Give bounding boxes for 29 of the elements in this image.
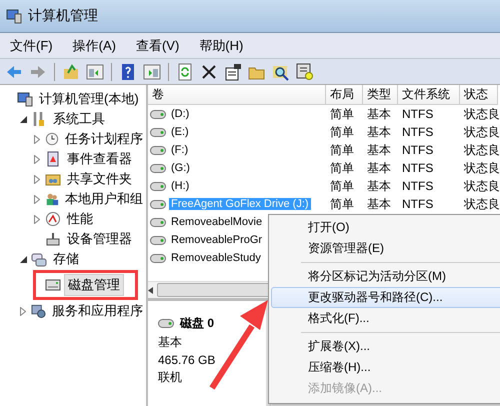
table-cell-text: 基本 bbox=[366, 196, 392, 212]
table-cell-text: 状态良 bbox=[463, 142, 498, 158]
table-cell-text: 基本 bbox=[366, 106, 392, 122]
table-cell-text: 简单 bbox=[329, 124, 355, 140]
disk-name: 磁盘 0 bbox=[180, 315, 214, 332]
table-cell-text: 基本 bbox=[366, 124, 392, 140]
table-cell-text: NTFS bbox=[401, 178, 434, 195]
table-cell-text: NTFS bbox=[401, 106, 434, 123]
table-cell-text: NTFS bbox=[401, 196, 434, 213]
window-title: 计算机管理 bbox=[28, 7, 98, 25]
table-cell-text: 基本 bbox=[366, 178, 392, 194]
table-cell-text: NTFS bbox=[401, 142, 434, 159]
table-cell-text: 简单 bbox=[329, 160, 355, 176]
table-cell-text: NTFS bbox=[401, 124, 434, 141]
table-cell-text: 基本 bbox=[366, 142, 392, 158]
table-cell-text: 状态良 bbox=[463, 160, 498, 176]
disk-size: 465.76 GB bbox=[158, 353, 216, 367]
table-cell-text: 简单 bbox=[329, 178, 355, 194]
table-cell-text: 状态良 bbox=[463, 106, 498, 122]
table-cell-text: 状态良 bbox=[463, 124, 498, 140]
table-cell-text: 简单 bbox=[329, 142, 355, 158]
disk-status: 联机 bbox=[158, 369, 183, 386]
table-cell-text: NTFS bbox=[401, 160, 434, 177]
table-cell-text: 状态良 bbox=[463, 178, 498, 194]
table-cell-text: 状态良 bbox=[463, 196, 498, 212]
table-cell-text: 简单 bbox=[329, 106, 355, 122]
disk-type: 基本 bbox=[158, 334, 183, 351]
table-cell-text: 基本 bbox=[366, 160, 392, 176]
table-cell-text: 简单 bbox=[329, 196, 355, 212]
